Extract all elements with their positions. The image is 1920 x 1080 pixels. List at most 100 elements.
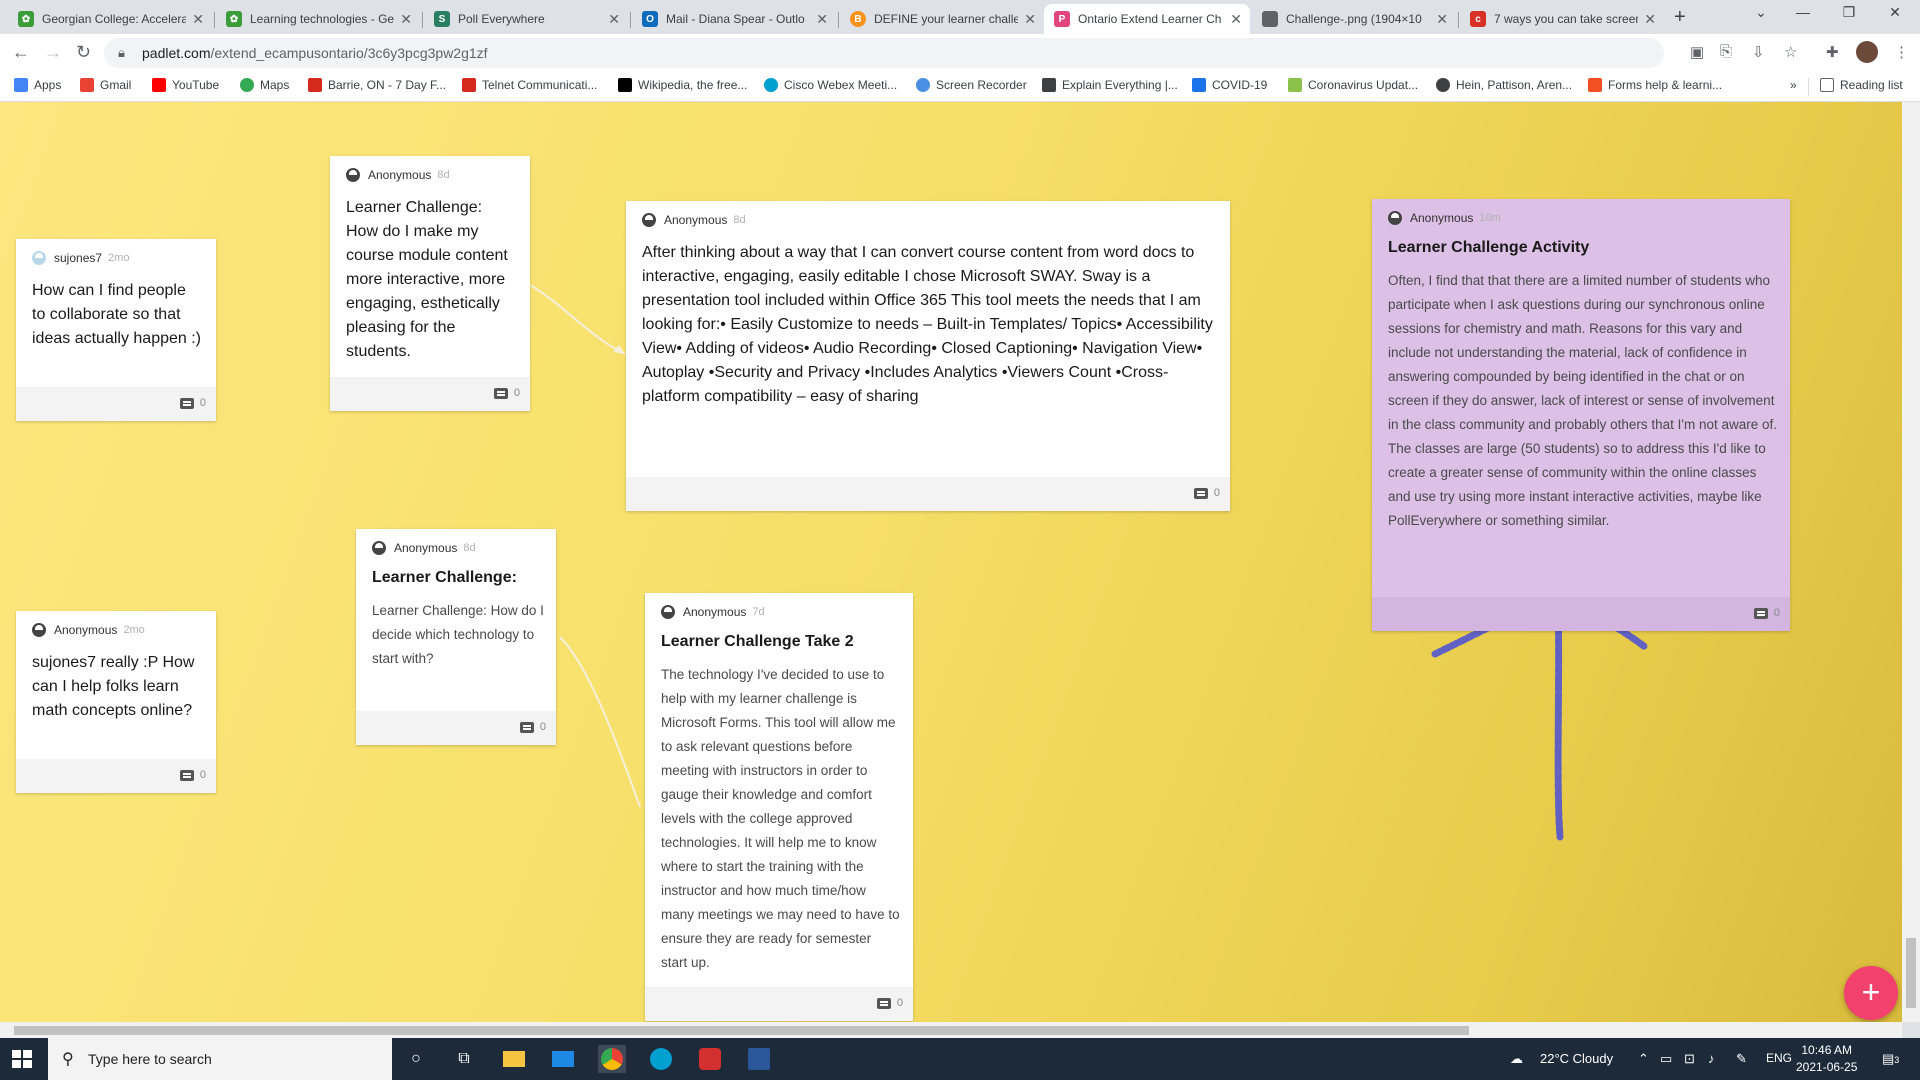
- close-icon[interactable]: ✕: [608, 11, 620, 28]
- leaf-icon: ✿: [226, 11, 242, 27]
- post-header: Anonymous 2mo: [32, 623, 145, 637]
- screencast-icon[interactable]: [696, 1045, 724, 1073]
- comment-button[interactable]: 0: [493, 387, 520, 399]
- bookmark-apps[interactable]: Apps: [14, 78, 61, 92]
- user-avatar-icon: [32, 251, 46, 265]
- tab-title: DEFINE your learner challe: [874, 12, 1019, 26]
- padlet-canvas[interactable]: sujones7 2mo How can I find people to co…: [0, 102, 1902, 1022]
- bookmark-forms-help[interactable]: Forms help & learni...: [1588, 78, 1722, 92]
- tab-challenge-png[interactable]: Challenge-.png (1904×10 ✕: [1252, 4, 1456, 34]
- bookmark-screen-recorder[interactable]: Screen Recorder: [916, 78, 1027, 92]
- bookmark-maps[interactable]: Maps: [240, 78, 289, 92]
- tab-search-icon[interactable]: ⌄: [1738, 4, 1784, 21]
- tab-outlook-mail[interactable]: O Mail - Diana Spear - Outlo ✕: [632, 4, 836, 34]
- lock-icon[interactable]: 🔒︎: [118, 45, 125, 61]
- tab-learning-technologies[interactable]: ✿ Learning technologies - Ge ✕: [216, 4, 420, 34]
- comment-button[interactable]: 0: [1193, 487, 1220, 499]
- new-tab-button[interactable]: +: [1674, 6, 1686, 29]
- word-icon[interactable]: [745, 1045, 773, 1073]
- bookmark-telnet[interactable]: Telnet Communicati...: [462, 78, 597, 92]
- file-explorer-icon[interactable]: [500, 1045, 528, 1073]
- padlet-post[interactable]: sujones7 2mo How can I find people to co…: [16, 239, 216, 421]
- bookmark-webex[interactable]: Cisco Webex Meeti...: [764, 78, 897, 92]
- mail-icon[interactable]: [549, 1045, 577, 1073]
- meet-now-icon[interactable]: ▭: [1660, 1051, 1672, 1067]
- windows-start-icon[interactable]: [12, 1050, 32, 1068]
- comment-button[interactable]: 0: [519, 721, 546, 733]
- tray-overflow-icon[interactable]: ⌃: [1638, 1051, 1649, 1067]
- network-icon[interactable]: ⊡: [1684, 1051, 1695, 1067]
- scrollbar-thumb[interactable]: [14, 1026, 1469, 1035]
- weather-icon[interactable]: ☁: [1510, 1051, 1523, 1067]
- clock[interactable]: 10:46 AM 2021-06-25: [1796, 1042, 1857, 1076]
- webex-icon[interactable]: [647, 1045, 675, 1073]
- comment-button[interactable]: 0: [179, 769, 206, 781]
- bookmark-coronavirus-update[interactable]: Coronavirus Updat...: [1288, 78, 1418, 92]
- padlet-post[interactable]: Anonymous 8d After thinking about a way …: [626, 201, 1230, 511]
- comment-icon: [179, 397, 194, 409]
- tab-poll-everywhere[interactable]: S Poll Everywhere ✕: [424, 4, 628, 34]
- tab-ontario-extend[interactable]: P Ontario Extend Learner Ch ✕: [1044, 4, 1250, 34]
- weather-text[interactable]: 22°C Cloudy: [1540, 1051, 1613, 1066]
- bookmark-wikipedia[interactable]: Wikipedia, the free...: [618, 78, 747, 92]
- padlet-post[interactable]: Anonymous 10m Learner Challenge Activity…: [1372, 199, 1790, 631]
- add-post-button[interactable]: +: [1844, 966, 1898, 1020]
- reload-icon[interactable]: ↻: [76, 42, 91, 63]
- bookmark-gmail[interactable]: Gmail: [80, 78, 131, 92]
- language-indicator[interactable]: ENG: [1766, 1051, 1792, 1065]
- close-icon[interactable]: ✕: [816, 11, 828, 28]
- address-bar[interactable]: 🔒︎ padlet.com/extend_ecampusontario/3c6y…: [104, 38, 1664, 68]
- minimize-icon[interactable]: —: [1780, 4, 1826, 20]
- close-icon[interactable]: ✕: [400, 11, 412, 28]
- bookmark-covid19[interactable]: COVID-19: [1192, 78, 1267, 92]
- reading-list[interactable]: Reading list: [1820, 78, 1903, 92]
- back-icon[interactable]: ←: [12, 42, 30, 63]
- covid-icon: [1192, 78, 1206, 92]
- bookmark-star-icon[interactable]: ☆: [1784, 43, 1797, 61]
- close-icon[interactable]: ✕: [1230, 11, 1242, 28]
- bookmark-barrie-weather[interactable]: Barrie, ON - 7 Day F...: [308, 78, 446, 92]
- tab-define-learner-challenge[interactable]: B DEFINE your learner challe ✕: [840, 4, 1044, 34]
- forward-icon[interactable]: →: [44, 42, 62, 63]
- comment-button[interactable]: 0: [179, 397, 206, 409]
- padlet-post[interactable]: Anonymous 2mo sujones7 really :P How can…: [16, 611, 216, 793]
- post-footer: 0: [645, 987, 913, 1021]
- post-time: 2mo: [123, 624, 145, 636]
- close-icon[interactable]: ✕: [1024, 11, 1036, 28]
- tab-7-ways-screenshots[interactable]: c 7 ways you can take screen ✕: [1460, 4, 1664, 34]
- comment-icon: [1753, 607, 1768, 619]
- padlet-post[interactable]: Anonymous 8d Learner Challenge: How do I…: [330, 156, 530, 411]
- download-icon[interactable]: ⇩: [1752, 43, 1765, 61]
- bookmark-explain-everything[interactable]: Explain Everything |...: [1042, 78, 1178, 92]
- comment-button[interactable]: 0: [876, 997, 903, 1009]
- vertical-scrollbar[interactable]: [1902, 102, 1920, 1022]
- close-icon[interactable]: ✕: [192, 11, 204, 28]
- window-close-icon[interactable]: ✕: [1872, 4, 1918, 21]
- menu-dots-icon[interactable]: ⋮: [1894, 43, 1909, 61]
- extensions-icon[interactable]: ✚: [1826, 43, 1839, 61]
- tab-georgian[interactable]: ✿ Georgian College: Accelera ✕: [8, 4, 212, 34]
- bookmark-hein-pattison[interactable]: Hein, Pattison, Aren...: [1436, 78, 1572, 92]
- notifications-icon[interactable]: ▤3: [1882, 1051, 1899, 1067]
- bookmarks-overflow[interactable]: »: [1790, 78, 1797, 92]
- chrome-icon[interactable]: [598, 1045, 626, 1073]
- padlet-post[interactable]: Anonymous 7d Learner Challenge Take 2 Th…: [645, 593, 913, 1021]
- restore-icon[interactable]: ❐: [1826, 4, 1872, 21]
- pen-icon[interactable]: ✎: [1736, 1051, 1747, 1067]
- volume-icon[interactable]: ♪: [1708, 1051, 1715, 1066]
- close-icon[interactable]: ✕: [1436, 11, 1448, 28]
- close-icon[interactable]: ✕: [1644, 11, 1656, 28]
- horizontal-scrollbar[interactable]: [0, 1022, 1902, 1038]
- cortana-icon[interactable]: ○: [402, 1045, 430, 1073]
- padlet-post[interactable]: Anonymous 8d Learner Challenge: Learner …: [356, 529, 556, 745]
- scrollbar-thumb[interactable]: [1906, 938, 1916, 1008]
- comment-button[interactable]: 0: [1753, 607, 1780, 619]
- outlook-icon: O: [642, 11, 658, 27]
- cast-icon[interactable]: ▣: [1690, 43, 1704, 61]
- taskbar-search[interactable]: ⚲ Type here to search: [48, 1038, 392, 1080]
- url-text[interactable]: padlet.com/extend_ecampusontario/3c6y3pc…: [142, 45, 488, 61]
- extension-clipboard-icon[interactable]: ⎘: [1720, 43, 1732, 60]
- avatar[interactable]: [1856, 41, 1878, 63]
- task-view-icon[interactable]: ⧉: [450, 1045, 478, 1073]
- bookmark-youtube[interactable]: YouTube: [152, 78, 219, 92]
